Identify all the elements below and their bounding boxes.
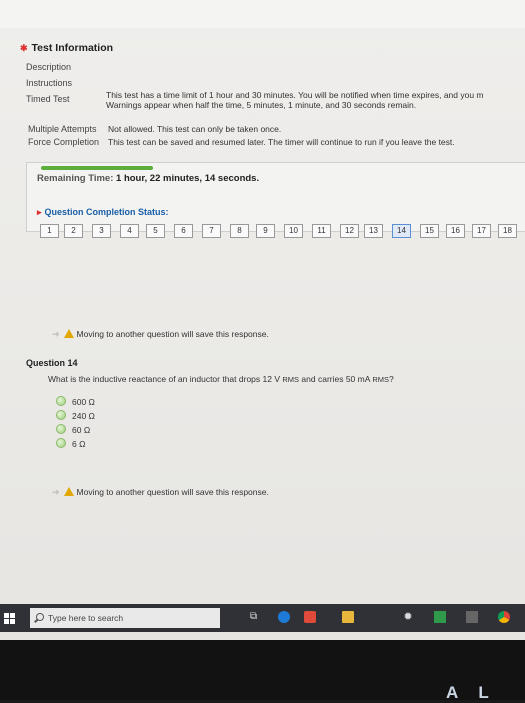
chrome-icon[interactable] — [498, 611, 510, 623]
question-nav-button-1[interactable]: 1 — [40, 224, 59, 238]
question-nav-button-18[interactable]: 18 — [498, 224, 517, 238]
question-nav-button-3[interactable]: 3 — [92, 224, 111, 238]
timer-panel: Remaining Time: 1 hour, 22 minutes, 14 s… — [26, 162, 525, 232]
question-nav-button-6[interactable]: 6 — [174, 224, 193, 238]
save-notice-top: ➔ Moving to another question will save th… — [52, 329, 269, 339]
question-nav-button-10[interactable]: 10 — [284, 224, 303, 238]
taskbar-search-placeholder: Type here to search — [48, 613, 124, 623]
search-icon — [36, 613, 44, 621]
file-explorer-icon[interactable] — [342, 611, 354, 623]
taskbar-search-box[interactable]: Type here to search — [30, 608, 220, 628]
page-header-strip — [0, 0, 525, 28]
test-information-title: ✱ Test Information — [20, 42, 114, 54]
timed-test-label: Timed Test — [26, 94, 70, 104]
radio-button-icon[interactable] — [56, 424, 66, 434]
answer-option[interactable]: 240 Ω — [56, 410, 95, 421]
keyboard-letters: A L — [446, 683, 497, 702]
expand-arrow-icon: ▸ — [37, 207, 42, 217]
answer-option[interactable]: 60 Ω — [56, 424, 90, 435]
arrow-right-icon: ➔ — [52, 487, 60, 497]
question-nav-button-11[interactable]: 11 — [312, 224, 331, 238]
question-nav-button-7[interactable]: 7 — [202, 224, 221, 238]
question-completion-status[interactable]: ▸ Question Completion Status: — [37, 207, 169, 218]
windows-taskbar: Type here to search ⧉ ✹ — [0, 604, 525, 632]
remaining-time-label: Remaining Time: — [37, 173, 114, 184]
warning-icon — [63, 329, 74, 338]
radio-button-icon[interactable] — [56, 396, 66, 406]
windows-logo-icon[interactable] — [4, 613, 16, 625]
question-nav-button-15[interactable]: 15 — [420, 224, 439, 238]
instructions-label: Instructions — [26, 78, 73, 88]
required-star-icon: ✱ — [20, 43, 28, 53]
timer-progress-bar — [41, 166, 153, 170]
radio-button-icon[interactable] — [56, 438, 66, 448]
question-nav-button-9[interactable]: 9 — [256, 224, 275, 238]
question-label: Question 14 — [26, 358, 78, 368]
save-notice-bottom: ➔ Moving to another question will save th… — [52, 487, 269, 497]
answer-option[interactable]: 600 Ω — [56, 396, 95, 407]
question-nav-button-14[interactable]: 14 — [392, 224, 411, 238]
multiple-attempts-value: Not allowed. This test can only be taken… — [108, 124, 282, 134]
answer-option[interactable]: 6 Ω — [56, 438, 85, 449]
question-nav-button-2[interactable]: 2 — [64, 224, 83, 238]
arrow-right-icon: ➔ — [52, 329, 60, 339]
question-nav-button-4[interactable]: 4 — [120, 224, 139, 238]
edge-browser-icon[interactable] — [278, 611, 290, 623]
red-app-icon[interactable] — [304, 611, 316, 623]
timed-test-value-line1: This test has a time limit of 1 hour and… — [106, 90, 484, 100]
question-navigation: 1 2 3 4 5 6 7 8 9 10 11 12 13 14 15 16 17 18 — [40, 224, 525, 238]
question-nav-button-12[interactable]: 12 — [340, 224, 359, 238]
remaining-time: Remaining Time: 1 hour, 22 minutes, 14 s… — [37, 173, 259, 184]
question-nav-button-5[interactable]: 5 — [146, 224, 165, 238]
green-app-icon[interactable] — [434, 611, 446, 623]
question-text: What is the inductive reactance of an in… — [48, 374, 394, 384]
browser-viewport: ✱ Test Information Description Instructio… — [0, 0, 525, 640]
question-nav-button-16[interactable]: 16 — [446, 224, 465, 238]
description-label: Description — [26, 62, 72, 72]
question-nav-button-17[interactable]: 17 — [472, 224, 491, 238]
warning-icon — [63, 487, 74, 496]
force-completion-label: Force Completion — [28, 137, 100, 147]
news-app-icon[interactable] — [466, 611, 478, 623]
task-view-icon[interactable]: ⧉ — [250, 611, 262, 623]
remaining-time-value: 1 hour, 22 minutes, 14 seconds. — [116, 173, 260, 184]
question-nav-button-13[interactable]: 13 — [364, 224, 383, 238]
radio-button-icon[interactable] — [56, 410, 66, 420]
multiple-attempts-label: Multiple Attempts — [28, 124, 97, 134]
settings-gear-icon[interactable]: ✹ — [402, 611, 414, 623]
question-nav-button-8[interactable]: 8 — [230, 224, 249, 238]
force-completion-value: This test can be saved and resumed later… — [108, 137, 455, 147]
timed-test-value-line2: Warnings appear when half the time, 5 mi… — [106, 100, 417, 110]
